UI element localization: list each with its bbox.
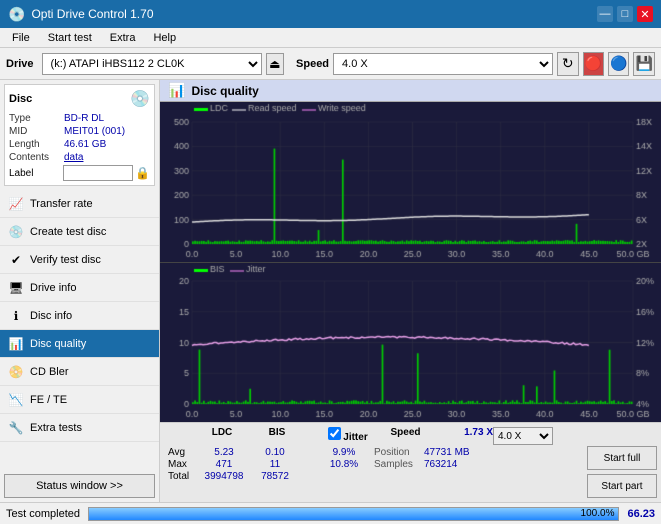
speed-label: Speed [296, 58, 329, 70]
max-label: Max [168, 459, 196, 470]
disc-panel-header: Disc 💿 [9, 89, 150, 109]
sidebar-item-fe-te[interactable]: 📉 FE / TE [0, 386, 159, 414]
speed-select[interactable]: 4.0 X 1.0 X 2.0 X 8.0 X Max [333, 53, 553, 75]
status-window-button[interactable]: Status window >> [4, 474, 155, 498]
disc-label-row: Label 🔒 [9, 165, 150, 181]
total-ldc: 3994798 [196, 471, 252, 482]
main-layout: Disc 💿 Type BD-R DL MID MEIT01 (001) Len… [0, 80, 661, 502]
speed-stats-select[interactable]: 4.0 X [493, 427, 553, 445]
start-full-button[interactable]: Start full [587, 446, 657, 470]
refresh-button[interactable]: ↻ [557, 52, 578, 76]
statusbar: Test completed 100.0% 66.23 [0, 502, 661, 524]
disc-quality-header-icon: 📊 [168, 82, 185, 99]
total-label: Total [168, 471, 196, 482]
charts-container [160, 102, 661, 422]
position-label: Position [374, 447, 424, 458]
max-jitter: 10.8% [314, 459, 374, 470]
drive-toolbar: Drive (k:) ATAPI iHBS112 2 CL0K ⏏ Speed … [0, 48, 661, 80]
cd-bler-icon: 📀 [8, 364, 24, 380]
bis-col-header: BIS [252, 427, 302, 445]
window-controls: — □ ✕ [597, 6, 653, 22]
maximize-button[interactable]: □ [617, 6, 633, 22]
bis-canvas [160, 263, 661, 422]
sidebar-item-cd-bler[interactable]: 📀 CD Bler [0, 358, 159, 386]
avg-label: Avg [168, 447, 196, 458]
sidebar-item-extra-tests[interactable]: 🔧 Extra tests [0, 414, 159, 442]
disc-info-icon: ℹ [8, 308, 24, 324]
create-test-disc-icon: 💿 [8, 224, 24, 240]
statusbar-speed: 66.23 [627, 508, 655, 520]
transfer-rate-icon: 📈 [8, 196, 24, 212]
avg-jitter: 9.9% [314, 447, 374, 458]
minimize-button[interactable]: — [597, 6, 613, 22]
max-position: 47731 MB [424, 447, 470, 458]
total-bis: 78572 [252, 471, 298, 482]
sidebar-item-create-test-disc[interactable]: 💿 Create test disc [0, 218, 159, 246]
sidebar: Disc 💿 Type BD-R DL MID MEIT01 (001) Len… [0, 80, 160, 502]
app-title: 💿 Opti Drive Control 1.70 [8, 6, 154, 23]
chart-ldc [160, 102, 661, 263]
disc-mid-row: MID MEIT01 (001) [9, 126, 150, 137]
menu-extra[interactable]: Extra [102, 30, 144, 46]
disc-quality-icon: 📊 [8, 336, 24, 352]
disc-quality-header: 📊 Disc quality [160, 80, 661, 102]
sidebar-item-transfer-rate[interactable]: 📈 Transfer rate [0, 190, 159, 218]
fe-te-icon: 📉 [8, 392, 24, 408]
eject-button[interactable]: ⏏ [266, 53, 284, 75]
titlebar: 💿 Opti Drive Control 1.70 — □ ✕ [0, 0, 661, 28]
sidebar-item-drive-info[interactable]: 🖥 Drive info [0, 274, 159, 302]
disc-icon: 💿 [130, 89, 150, 109]
menubar: File Start test Extra Help [0, 28, 661, 48]
total-samples: 763214 [424, 459, 457, 470]
nav-items: 📈 Transfer rate 💿 Create test disc ✔ Ver… [0, 190, 159, 442]
settings-button[interactable]: 🔴 [583, 52, 604, 76]
jitter-col-header: Jitter [318, 427, 378, 445]
disc-label-input[interactable] [63, 165, 133, 181]
samples-label: Samples [374, 459, 424, 470]
progress-bar-container: 100.0% [88, 507, 619, 521]
disc-panel: Disc 💿 Type BD-R DL MID MEIT01 (001) Len… [4, 84, 155, 186]
progress-bar [89, 508, 618, 520]
menu-help[interactable]: Help [145, 30, 184, 46]
drive-info-icon: 🖥 [8, 280, 24, 296]
info-button[interactable]: 🔵 [608, 52, 629, 76]
disc-length-row: Length 46.61 GB [9, 139, 150, 150]
jitter-checkbox[interactable] [328, 427, 341, 440]
save-button[interactable]: 💾 [633, 52, 654, 76]
sidebar-item-disc-info[interactable]: ℹ Disc info [0, 302, 159, 330]
lock-icon[interactable]: 🔒 [135, 166, 150, 180]
close-button[interactable]: ✕ [637, 6, 653, 22]
disc-type-row: Type BD-R DL [9, 113, 150, 124]
drive-label: Drive [6, 58, 34, 70]
progress-label: 100.0% [581, 508, 615, 520]
max-ldc: 471 [196, 459, 252, 470]
drive-select[interactable]: (k:) ATAPI iHBS112 2 CL0K [42, 53, 262, 75]
status-text: Test completed [6, 508, 80, 520]
extra-tests-icon: 🔧 [8, 420, 24, 436]
content-area: 📊 Disc quality LDC BIS Jitter [160, 80, 661, 502]
verify-test-disc-icon: ✔ [8, 252, 24, 268]
sidebar-item-verify-test-disc[interactable]: ✔ Verify test disc [0, 246, 159, 274]
chart-bis [160, 263, 661, 422]
menu-file[interactable]: File [4, 30, 38, 46]
max-bis: 11 [252, 459, 298, 470]
stats-bar: LDC BIS Jitter Speed 1.73 X 4.0 X Avg 5.… [160, 422, 661, 502]
speed-col-header: Speed [378, 427, 433, 445]
avg-bis: 0.10 [252, 447, 298, 458]
disc-contents-row: Contents data [9, 152, 150, 163]
ldc-col-header: LDC [192, 427, 252, 445]
menu-starttest[interactable]: Start test [40, 30, 100, 46]
avg-ldc: 5.23 [196, 447, 252, 458]
start-part-button[interactable]: Start part [587, 474, 657, 498]
ldc-canvas [160, 102, 661, 262]
sidebar-item-disc-quality[interactable]: 📊 Disc quality [0, 330, 159, 358]
